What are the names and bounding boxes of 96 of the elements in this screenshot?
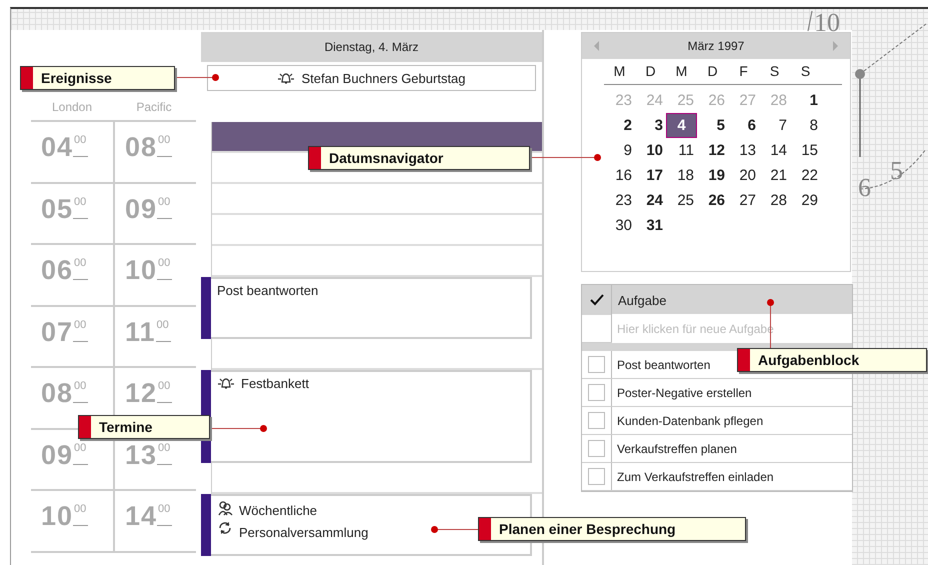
callout-tooltip: Aufgabenblock — [737, 348, 927, 372]
calendar-day[interactable]: 14 — [759, 138, 790, 163]
month-label: März 1997 — [688, 39, 744, 53]
weekday-label: F — [738, 62, 749, 81]
busy-time-bar — [201, 277, 211, 339]
hour-label: 12 — [125, 378, 158, 409]
calendar-day[interactable]: 26 — [697, 188, 728, 213]
calendar-day[interactable]: 3 — [635, 113, 666, 138]
time-zone-label: Pacific — [135, 100, 173, 114]
hour-label: 09 — [41, 440, 74, 470]
calendar-day[interactable]: 16 — [604, 163, 635, 188]
calendar-day[interactable]: 2 — [604, 113, 635, 138]
minute-label: 00 — [73, 134, 88, 157]
callout-tooltip: Termine — [78, 415, 210, 439]
calendar-day[interactable]: 6 — [728, 113, 759, 138]
hour-label: 07 — [41, 316, 74, 348]
hour-label: 10 — [41, 501, 74, 532]
calendar-day[interactable]: 9 — [604, 138, 635, 163]
hour-label: 14 — [125, 501, 158, 532]
task-checkbox[interactable] — [588, 440, 605, 457]
weekday-label: M — [612, 62, 626, 81]
minute-label: 00 — [73, 503, 88, 526]
hour-label: 11 — [125, 316, 156, 348]
minute-label: 00 — [157, 257, 172, 280]
hour-label: 09 — [125, 194, 158, 224]
weekday-label: S — [768, 62, 780, 81]
previous-month-arrow[interactable] — [594, 41, 599, 51]
minute-label: 00 — [156, 318, 171, 342]
calendar-day[interactable]: 22 — [790, 163, 821, 188]
callout-tooltip: Datumsnavigator — [308, 146, 530, 170]
task-title[interactable]: Zum Verkaufstreffen einladen — [612, 470, 774, 484]
calendar-day[interactable]: 25 — [666, 188, 697, 213]
bell-icon — [277, 71, 296, 85]
calendar-day[interactable]: 21 — [759, 163, 790, 188]
next-month-arrow[interactable] — [832, 41, 838, 51]
calendar-day[interactable]: 27 — [728, 188, 759, 213]
calendar-day[interactable]: 20 — [728, 163, 759, 188]
appointment[interactable]: Festbankett — [211, 370, 532, 463]
task-title[interactable]: Poster-Negative erstellen — [612, 386, 752, 400]
hour-label: 06 — [41, 255, 74, 286]
task-checkbox[interactable] — [588, 468, 605, 485]
weekday-label: S — [800, 62, 812, 81]
calendar-day[interactable]: 13 — [728, 138, 759, 163]
calendar-day[interactable]: 1 — [790, 88, 821, 113]
calendar-day[interactable]: 24 — [635, 188, 666, 213]
all-day-event[interactable]: Stefan Buchners Geburtstag — [207, 65, 536, 91]
minute-label: 00 — [157, 134, 172, 157]
calendar-day[interactable]: 11 — [666, 138, 697, 163]
weekday-label: M — [674, 62, 688, 81]
calendar-day[interactable]: 18 — [666, 163, 697, 188]
task-checkbox[interactable] — [588, 384, 605, 401]
calendar-day[interactable]: 28 — [759, 188, 790, 213]
calendar-day[interactable]: 23 — [604, 188, 635, 213]
calendar-day[interactable]: 10 — [635, 138, 666, 163]
calendar-day[interactable]: 31 — [635, 213, 666, 238]
minute-label: 00 — [73, 196, 88, 218]
hour-label: 08 — [41, 378, 74, 409]
hour-label: 10 — [125, 255, 158, 286]
minute-label: 00 — [73, 318, 88, 342]
minute-label: 00 — [157, 380, 172, 403]
minute-label: 00 — [157, 196, 172, 218]
bell-icon — [217, 376, 235, 390]
task-title[interactable]: Post beantworten — [612, 358, 710, 372]
calendar-day[interactable]: 4 — [666, 113, 697, 138]
appointment[interactable]: Post beantworten — [211, 277, 532, 339]
recurrence-icon — [217, 520, 233, 536]
callout-tooltip: Ereignisse — [20, 66, 175, 90]
task-checkbox[interactable] — [588, 412, 605, 429]
calendar-day[interactable]: 7 — [759, 113, 790, 138]
callout-tooltip: Planen einer Besprechung — [478, 517, 746, 541]
minute-label: 00 — [73, 257, 88, 280]
weekday-label: D — [706, 62, 719, 81]
minute-label: 00 — [73, 380, 88, 403]
weekday-label: D — [644, 62, 657, 81]
busy-time-bar — [201, 494, 211, 556]
task-title[interactable]: Verkaufstreffen planen — [612, 442, 737, 456]
calendar-day[interactable]: 15 — [790, 138, 821, 163]
task-title[interactable]: Kunden-Datenbank pflegen — [612, 414, 764, 428]
calendar-day[interactable]: 30 — [604, 213, 635, 238]
hour-label: 08 — [125, 132, 158, 163]
calendar-day[interactable]: 12 — [697, 138, 728, 163]
column-header[interactable]: Aufgabe — [612, 292, 666, 308]
minute-label: 00 — [157, 503, 172, 526]
hour-label: 05 — [41, 194, 74, 224]
time-zone-label: London — [50, 100, 94, 114]
checkmark-icon — [590, 294, 604, 306]
people-icon — [217, 500, 233, 516]
calendar-day[interactable]: 8 — [790, 113, 821, 138]
day-header: Dienstag, 4. März — [201, 32, 542, 62]
calendar-day[interactable]: 29 — [790, 188, 821, 213]
calendar-day[interactable]: 17 — [635, 163, 666, 188]
calendar-day[interactable]: 5 — [697, 113, 728, 138]
task-checkbox[interactable] — [588, 356, 605, 373]
calendar-day[interactable]: 19 — [697, 163, 728, 188]
hour-label: 13 — [125, 440, 158, 470]
hour-label: 04 — [41, 132, 74, 163]
